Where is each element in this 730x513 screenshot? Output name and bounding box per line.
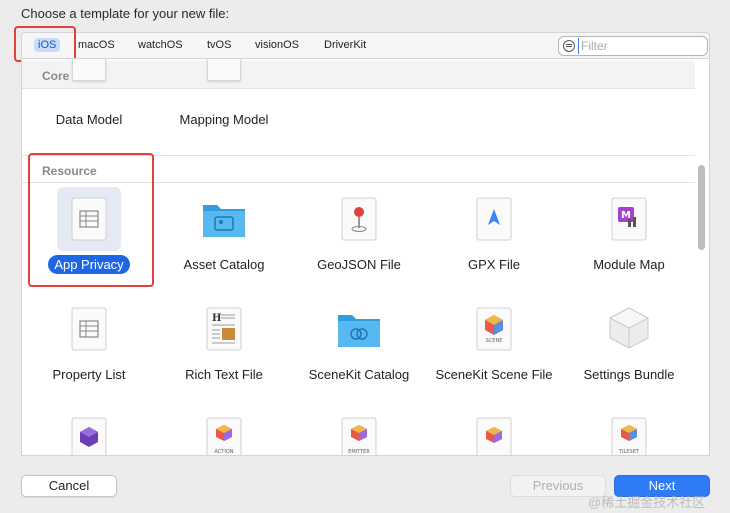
scene-badge-label: SCENE <box>485 338 503 344</box>
filter-icon <box>563 40 575 52</box>
template-property-list[interactable]: Property List <box>22 299 159 399</box>
tab-driverkit[interactable]: DriverKit <box>320 38 370 52</box>
emitter-badge-label: EMITTER <box>348 449 370 455</box>
template-scenekit-scene-file[interactable]: SceneKit Scene File <box>424 299 564 399</box>
module-map-icon: M <box>611 197 647 246</box>
tab-highlight-annotation <box>14 26 76 62</box>
template-gpx-file[interactable]: GPX File <box>424 189 564 289</box>
tileset-badge-label: TILESET <box>619 449 639 455</box>
template-mapping-model[interactable]: Mapping Model <box>154 59 294 159</box>
scenekit-scene-icon <box>476 307 512 356</box>
template-data-model[interactable]: Data Model <box>22 59 159 159</box>
vertical-scrollbar[interactable] <box>697 155 706 455</box>
action-badge-label: ACTION <box>214 449 234 455</box>
location-arrow-icon <box>476 197 512 246</box>
filter-input[interactable] <box>578 38 703 54</box>
template-settings-bundle[interactable]: Settings Bundle <box>559 299 699 399</box>
template-asset-catalog[interactable]: Asset Catalog <box>154 189 294 289</box>
template-geojson-file[interactable]: GeoJSON File <box>289 189 429 289</box>
mapping-model-icon <box>207 59 241 81</box>
data-model-icon <box>72 59 106 81</box>
reality-icon <box>71 417 107 455</box>
tab-tvos[interactable]: tvOS <box>203 38 235 52</box>
scroll-thumb[interactable] <box>698 165 705 250</box>
template-scene[interactable] <box>424 409 564 455</box>
rich-text-icon: H <box>206 307 242 356</box>
tab-watchos[interactable]: watchOS <box>134 38 187 52</box>
filter-field[interactable] <box>558 36 708 56</box>
dialog-title: Choose a template for your new file: <box>21 6 230 21</box>
scene-icon <box>476 417 512 455</box>
settings-bundle-icon <box>606 305 652 356</box>
template-reality[interactable] <box>22 409 159 455</box>
template-module-map[interactable]: M Module Map <box>559 189 699 289</box>
template-scenekit-catalog[interactable]: SceneKit Catalog <box>289 299 429 399</box>
resource-highlight-annotation <box>28 153 154 287</box>
folder-icon <box>201 199 247 244</box>
folder-icon <box>336 309 382 354</box>
tab-macos[interactable]: macOS <box>74 38 119 52</box>
tab-visionos[interactable]: visionOS <box>251 38 303 52</box>
template-rich-text-file[interactable]: H Rich Text File <box>154 299 294 399</box>
platform-tab-bar: iOS macOS watchOS tvOS visionOS DriverKi… <box>21 32 710 58</box>
cancel-button[interactable]: Cancel <box>21 475 117 497</box>
map-pin-icon <box>341 197 377 246</box>
property-list-icon <box>71 307 107 356</box>
watermark: @稀土掘金技术社区 <box>588 495 706 510</box>
svg-text:H: H <box>212 313 221 324</box>
